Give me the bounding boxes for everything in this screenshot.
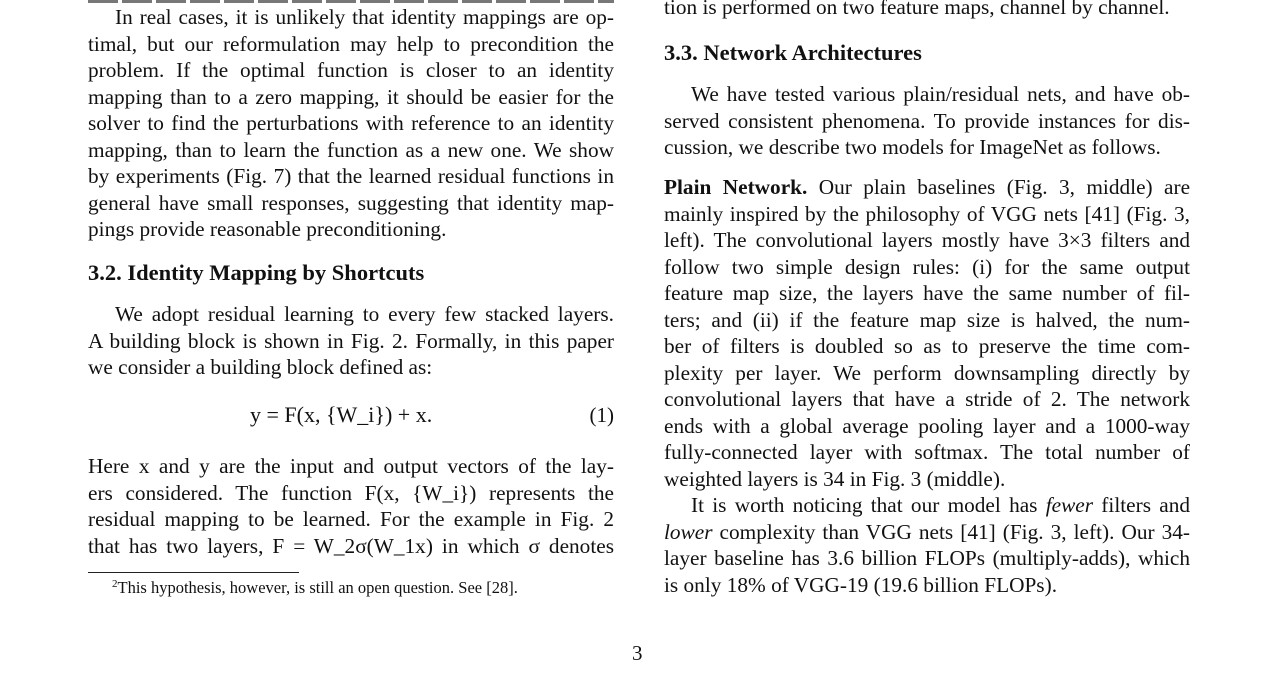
body-text-fragment: It is worth noticing that our model has	[691, 493, 1046, 517]
body-text-line: weighted layers is 34 in Fig. 3 (middle)…	[664, 466, 1006, 491]
body-text-line: mainly inspired by the philosophy of VGG…	[664, 201, 1190, 226]
emphasis-text: lower	[664, 519, 713, 544]
body-text-line: follow two simple design rules: (i) for …	[664, 254, 1190, 279]
footnote: 2This hypothesis, however, is still an o…	[112, 578, 518, 598]
run-in-heading: Plain Network.	[664, 175, 808, 199]
body-text-line: we consider a building block defined as:	[88, 355, 433, 379]
body-text-line: timal, but our reformulation may help to…	[88, 31, 614, 56]
body-text-line: that has two layers, F = W_2σ(W_1x) in w…	[88, 533, 614, 558]
page-number: 3	[632, 641, 643, 665]
body-text-line: Here x and y are the input and output ve…	[88, 454, 614, 478]
body-text-line: pings provide reasonable preconditioning…	[88, 217, 447, 241]
body-text-line: It is worth noticing that our model has …	[664, 492, 1190, 519]
body-text-line: convolutional layers that have a stride …	[664, 387, 1190, 411]
section-heading: 3.2. Identity Mapping by Shortcuts	[88, 260, 425, 285]
footnote-text: This hypothesis, however, is still an op…	[117, 578, 518, 597]
equation-number: (1)	[589, 403, 615, 427]
body-text-line: cussion, we describe two models for Imag…	[664, 135, 1161, 159]
body-text-line: left). The convolutional layers mostly h…	[664, 228, 1190, 252]
body-text-line: ters; and (ii) if the feature map size i…	[664, 307, 1190, 332]
body-text-line: by experiments (Fig. 7) that the learned…	[88, 164, 614, 188]
body-text-fragment: filters and	[1093, 493, 1190, 517]
body-text-fragment: complexity than VGG nets [41] (Fig. 3, l…	[712, 519, 1190, 544]
body-text-line: mapping than to a zero mapping, it shoul…	[88, 84, 614, 109]
emphasis-text: fewer	[1045, 493, 1094, 517]
cut-off-text-fragment	[88, 0, 614, 3]
body-text-line: ber of filters is doubled so as to prese…	[664, 334, 1190, 358]
body-text-line: plexity per layer. We perform downsampli…	[664, 360, 1190, 385]
body-text-line: mapping, than to learn the function as a…	[88, 137, 614, 162]
body-text-line: ers considered. The function F(x, {W_i})…	[88, 480, 614, 505]
section-heading: 3.3. Network Architectures	[664, 40, 922, 65]
body-text-line: layer baseline has 3.6 billion FLOPs (mu…	[664, 546, 1190, 570]
body-text-line: general have small responses, suggesting…	[88, 190, 614, 215]
body-text-line: ends with a global average pooling layer…	[664, 413, 1190, 438]
body-text-line: feature map size, the layers have the sa…	[664, 281, 1190, 305]
body-text-line: We adopt residual learning to every few …	[115, 302, 614, 326]
body-text-line: fully-connected layer with softmax. The …	[664, 440, 1190, 464]
body-text-line: Plain Network. Our plain baselines (Fig.…	[664, 174, 1190, 201]
body-text-line: residual mapping to be learned. For the …	[88, 507, 614, 531]
body-text-line: In real cases, it is unlikely that ident…	[115, 5, 614, 29]
body-text-line: We have tested various plain/residual ne…	[691, 82, 1190, 106]
paper-page: In real cases, it is unlikely that ident…	[0, 0, 1286, 692]
footnote-rule	[88, 572, 299, 573]
body-text-line: problem. If the optimal function is clos…	[88, 58, 614, 82]
body-text-line: is only 18% of VGG-19 (19.6 billion FLOP…	[664, 572, 1058, 597]
body-text-line: served consistent phenomena. To provide …	[664, 108, 1190, 133]
body-text-line: A building block is shown in Fig. 2. For…	[88, 328, 614, 353]
body-text-line: solver to find the perturbations with re…	[88, 111, 614, 135]
equation-body: y = F(x, {W_i}) + x.	[250, 402, 433, 427]
equation-block: y = F(x, {W_i}) + x. (1)	[88, 402, 614, 430]
body-text-fragment: Our plain baselines (Fig. 3, middle) are	[818, 175, 1191, 199]
cut-off-line: tion is performed on two feature maps, c…	[664, 0, 1170, 19]
body-text-line: lower complexity than VGG nets [41] (Fig…	[664, 519, 1190, 546]
